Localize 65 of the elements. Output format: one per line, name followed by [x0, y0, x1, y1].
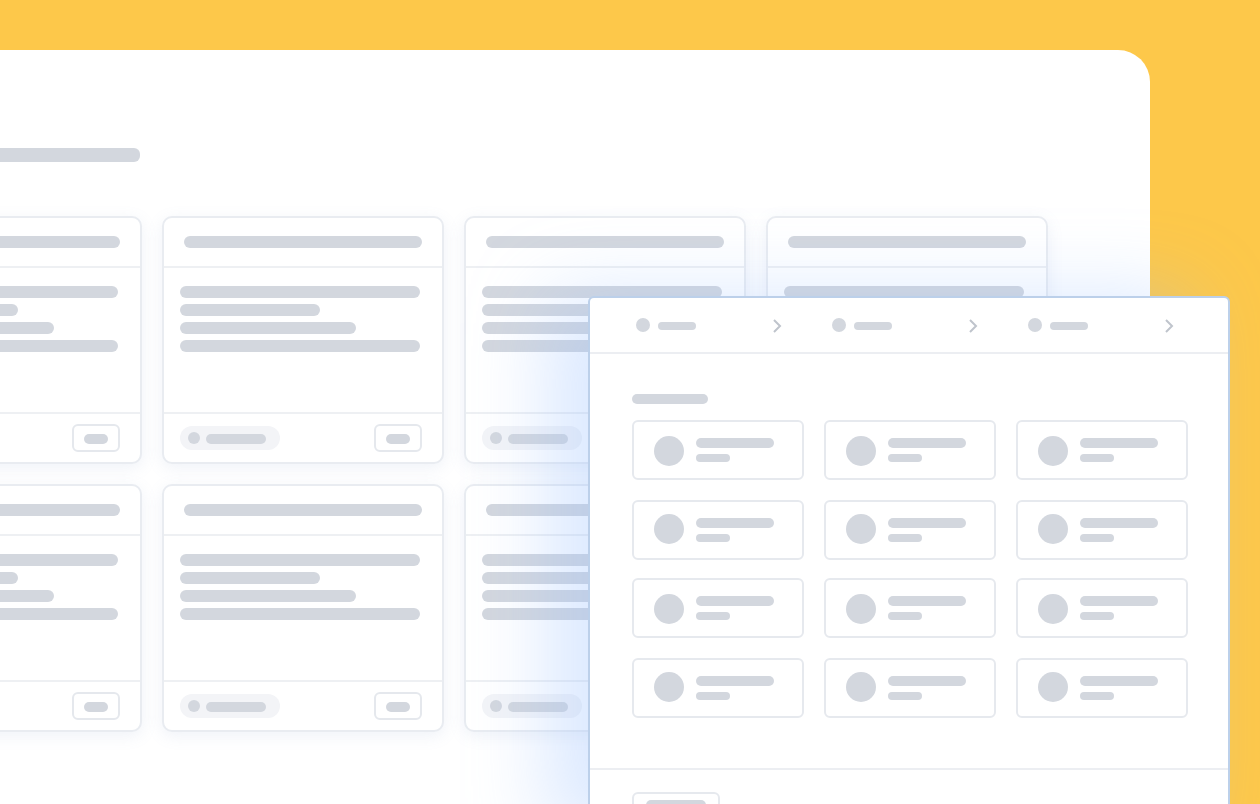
- option-tile[interactable]: [1016, 499, 1188, 559]
- placeholder-bar: [888, 612, 922, 620]
- placeholder-avatar: [846, 435, 876, 465]
- option-tile[interactable]: [824, 657, 996, 717]
- option-tile[interactable]: [824, 499, 996, 559]
- placeholder-bar: [1080, 533, 1114, 541]
- option-tile[interactable]: [632, 657, 804, 717]
- option-tile[interactable]: [824, 420, 996, 480]
- card-button[interactable]: [72, 424, 120, 452]
- placeholder-avatar: [654, 593, 684, 623]
- tag-pill: [482, 694, 582, 718]
- placeholder-avatar: [654, 514, 684, 544]
- option-tile[interactable]: [632, 499, 804, 559]
- placeholder-bar: [888, 596, 966, 606]
- placeholder-bar: [1080, 691, 1114, 699]
- step-label-bar: [854, 321, 892, 329]
- placeholder-bar: [1080, 596, 1158, 606]
- option-tile[interactable]: [1016, 657, 1188, 717]
- placeholder-bar: [1080, 438, 1158, 448]
- placeholder-avatar: [1028, 318, 1042, 332]
- chevron-icon: [968, 317, 978, 333]
- placeholder-avatar: [1038, 672, 1068, 702]
- placeholder-bar: [696, 454, 730, 462]
- placeholder-avatar: [1038, 514, 1068, 544]
- placeholder-bar: [888, 454, 922, 462]
- placeholder-bar: [1080, 454, 1114, 462]
- placeholder-avatar: [636, 318, 650, 332]
- placeholder-bar: [888, 691, 922, 699]
- placeholder-avatar: [846, 672, 876, 702]
- card-button[interactable]: [374, 692, 422, 720]
- placeholder-bar: [696, 438, 774, 448]
- placeholder-bar: [696, 533, 730, 541]
- placeholder-bar: [888, 533, 922, 541]
- placeholder-avatar: [846, 593, 876, 623]
- step-label-bar: [1050, 321, 1088, 329]
- option-tile[interactable]: [632, 578, 804, 638]
- step-label-bar: [658, 321, 696, 329]
- placeholder-bar: [1080, 612, 1114, 620]
- tag-pill: [482, 426, 582, 450]
- placeholder-bar: [696, 675, 774, 685]
- placeholder-bar: [1080, 675, 1158, 685]
- placeholder-bar: [632, 394, 708, 404]
- tag-pill: [180, 426, 280, 450]
- tag-pill: [180, 694, 280, 718]
- chevron-icon: [772, 317, 782, 333]
- card-button[interactable]: [72, 692, 120, 720]
- placeholder-bar: [888, 438, 966, 448]
- placeholder-avatar: [654, 672, 684, 702]
- placeholder-bar: [696, 691, 730, 699]
- placeholder-avatar: [1038, 593, 1068, 623]
- placeholder-avatar: [1038, 435, 1068, 465]
- option-tile[interactable]: [1016, 420, 1188, 480]
- placeholder-bar: [888, 675, 966, 685]
- placeholder-bar: [888, 517, 966, 527]
- card-button[interactable]: [374, 424, 422, 452]
- placeholder-avatar: [654, 435, 684, 465]
- placeholder-bar: [180, 572, 320, 584]
- placeholder-avatar: [832, 318, 846, 332]
- option-tile[interactable]: [824, 578, 996, 638]
- chevron-icon: [1164, 317, 1174, 333]
- option-tile[interactable]: [632, 420, 804, 480]
- placeholder-bar: [1080, 517, 1158, 527]
- option-tile[interactable]: [1016, 578, 1188, 638]
- placeholder-bar: [180, 304, 320, 316]
- placeholder-avatar: [846, 514, 876, 544]
